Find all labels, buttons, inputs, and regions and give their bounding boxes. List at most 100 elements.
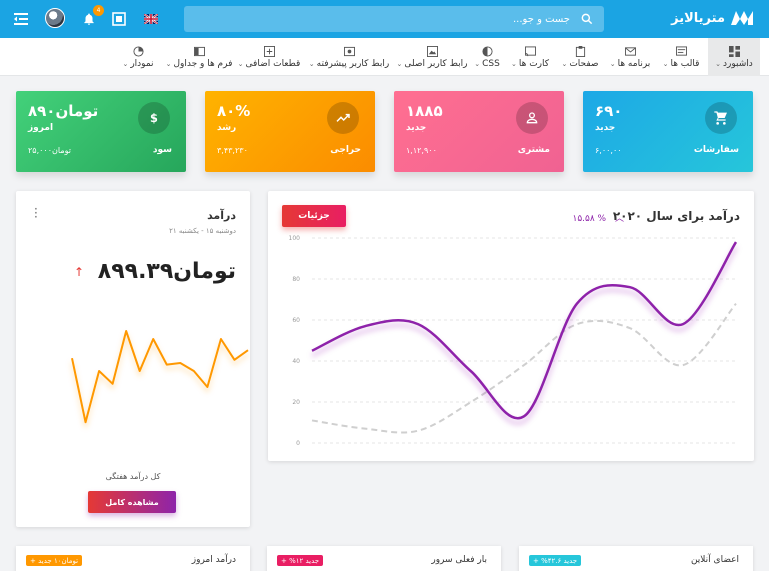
revenue-caption: کل درآمد هفتگی	[105, 472, 161, 481]
cart-icon	[714, 111, 727, 125]
stat-card-orders[interactable]: ۶۹۰ جدید سفارشات ۶,۰۰,۰۰	[583, 91, 753, 172]
stat-card-profit[interactable]: $ تومان۸۹۰ امروز سود تومان۲۵,۰۰۰	[16, 91, 186, 172]
stat-value: ۱۸۸۵	[406, 102, 443, 120]
photo-filter-icon	[343, 46, 355, 56]
menu-item-cards[interactable]: کارت ها⌄	[506, 38, 554, 76]
weekly-revenue-chart	[71, 330, 249, 424]
card-badge: جدید ۴۲.۶% +	[529, 555, 582, 566]
clipboard-icon	[575, 45, 585, 57]
add-box-icon	[263, 45, 275, 57]
menu-label: فرم ها و جداول	[173, 58, 233, 69]
arrow-up-icon: ↑	[74, 265, 85, 279]
dashboard-icon	[728, 45, 740, 57]
stat-subtitle: امروز	[28, 123, 54, 133]
language-button[interactable]	[142, 10, 160, 28]
logo-icon	[731, 11, 753, 25]
menu-label: قطعات اضافی	[245, 58, 301, 69]
stat-label: سفارشات	[693, 145, 739, 155]
fullscreen-button[interactable]	[110, 10, 128, 28]
stat-small-value: ۱,۱۲,۹۰۰	[406, 146, 437, 155]
card-badge: تومان۱۰ جدید +	[26, 555, 83, 566]
cast-icon	[524, 45, 536, 56]
revenue-amount: تومان۸۹۹.۳۹	[97, 259, 236, 284]
menu-toggle-button[interactable]	[12, 10, 30, 28]
stat-value: ۶۹۰	[595, 102, 623, 120]
contrast-icon	[481, 45, 493, 57]
y-tick-label: 100	[289, 235, 301, 242]
revenue-chart-card: درآمد برای سال ۲۰۲۰ ۱۵.۵۸ % ︿ جزئیات 0 20…	[268, 191, 754, 461]
menu-label: رابط کاربر پیشرفته	[316, 58, 390, 69]
stat-card-customers[interactable]: ۱۸۸۵ جدید مشتری ۱,۱۲,۹۰۰	[394, 91, 564, 172]
stat-label: مشتری	[517, 145, 550, 155]
menu-item-forms-tables[interactable]: فرم ها و جداول⌄	[164, 38, 234, 76]
y-tick-label: 80	[292, 276, 300, 283]
view-full-button[interactable]: مشاهده کامل	[88, 491, 176, 513]
menu-item-css[interactable]: CSS⌄	[470, 38, 504, 76]
mail-icon	[624, 46, 636, 56]
menu-item-dashboard[interactable]: داشبورد⌄	[708, 38, 760, 76]
stat-icon-circle: $	[138, 102, 170, 134]
card-title: بار فعلی سرور	[431, 555, 487, 565]
menu-item-advanced-ui[interactable]: رابط کاربر پیشرفته⌄	[304, 38, 394, 76]
stat-card-sales[interactable]: ۸۰% رشد حراجی ۳,۴۳,۲۳۰	[205, 91, 375, 172]
menu-item-apps[interactable]: برنامه ها⌄	[604, 38, 656, 76]
stat-icon-circle	[705, 102, 737, 134]
menu-item-pages[interactable]: صفحات⌄	[556, 38, 604, 76]
server-load-card: بار فعلی سرور جدید ۱۲% +	[267, 546, 501, 571]
trending-icon	[336, 113, 350, 122]
menu-label: برنامه ها	[617, 58, 651, 69]
revenue-card: درآمد دوشنبه ۱۵ - یکشنبه ۲۱ · · · تومان۸۹۹…	[16, 191, 250, 527]
search-icon[interactable]	[580, 12, 594, 26]
revenue-date: دوشنبه ۱۵ - یکشنبه ۲۱	[169, 227, 236, 235]
uk-flag-icon	[144, 14, 158, 24]
fullscreen-icon	[112, 12, 126, 26]
card-badge: جدید ۱۲% +	[277, 555, 324, 566]
avatar[interactable]	[45, 8, 65, 28]
stat-label: حراجی	[330, 145, 361, 155]
online-members-card: اعضای آنلاین جدید ۴۲.۶% +	[519, 546, 753, 571]
top-navbar: متریالایز 4	[0, 0, 769, 38]
main-menu: داشبورد⌄ قالب ها⌄ برنامه ها⌄ صفحات⌄ کارت…	[0, 38, 769, 76]
more-vert-icon[interactable]: · · ·	[34, 203, 38, 223]
card-title: درآمد امروز	[191, 555, 236, 565]
stat-subtitle: رشد	[217, 123, 237, 133]
menu-item-templates[interactable]: قالب ها⌄	[656, 38, 706, 76]
notification-badge: 4	[93, 5, 104, 16]
stat-subtitle: جدید	[595, 123, 616, 133]
brand-name: متریالایز	[671, 10, 725, 26]
stat-icon-circle	[516, 102, 548, 134]
stat-small-value: تومان۲۵,۰۰۰	[28, 146, 71, 155]
today-revenue-card: درآمد امروز تومان۱۰ جدید +	[16, 546, 250, 571]
form-icon	[193, 46, 205, 56]
person-icon	[526, 112, 538, 124]
brand[interactable]: متریالایز	[671, 10, 753, 26]
menu-item-extra-components[interactable]: قطعات اضافی⌄	[236, 38, 302, 76]
menu-label: قالب ها	[670, 58, 700, 69]
photo-icon	[426, 45, 438, 57]
notifications-button[interactable]: 4	[80, 5, 104, 28]
stat-value: ۸۰%	[217, 102, 251, 120]
search-input[interactable]	[194, 13, 570, 25]
menu-label: داشبورد	[723, 58, 753, 69]
card-title: اعضای آنلاین	[690, 555, 739, 565]
y-tick-label: 0	[296, 440, 300, 447]
stat-subtitle: جدید	[406, 123, 427, 133]
weekly-revenue-line	[71, 330, 249, 424]
revenue-line-chart: 0 20 40 60 80 100	[289, 235, 738, 447]
pie-chart-icon	[132, 45, 144, 57]
menu-item-basic-ui[interactable]: رابط کاربر اصلی⌄	[396, 38, 468, 76]
y-tick-label: 60	[292, 317, 300, 324]
template-icon	[675, 45, 687, 56]
y-tick-label: 40	[292, 358, 300, 365]
menu-label: صفحات	[569, 58, 599, 69]
stat-small-value: ۶,۰۰,۰۰	[595, 146, 622, 155]
search-box[interactable]	[184, 6, 604, 32]
svg-text:$: $	[150, 111, 158, 125]
menu-label: نمودار	[130, 58, 154, 69]
menu-label: CSS	[482, 58, 500, 69]
stat-label: سود	[152, 145, 172, 155]
menu-toggle-icon	[14, 13, 28, 25]
menu-item-charts[interactable]: نمودار⌄	[114, 38, 162, 76]
y-tick-label: 20	[292, 399, 300, 406]
stat-icon-circle	[327, 102, 359, 134]
